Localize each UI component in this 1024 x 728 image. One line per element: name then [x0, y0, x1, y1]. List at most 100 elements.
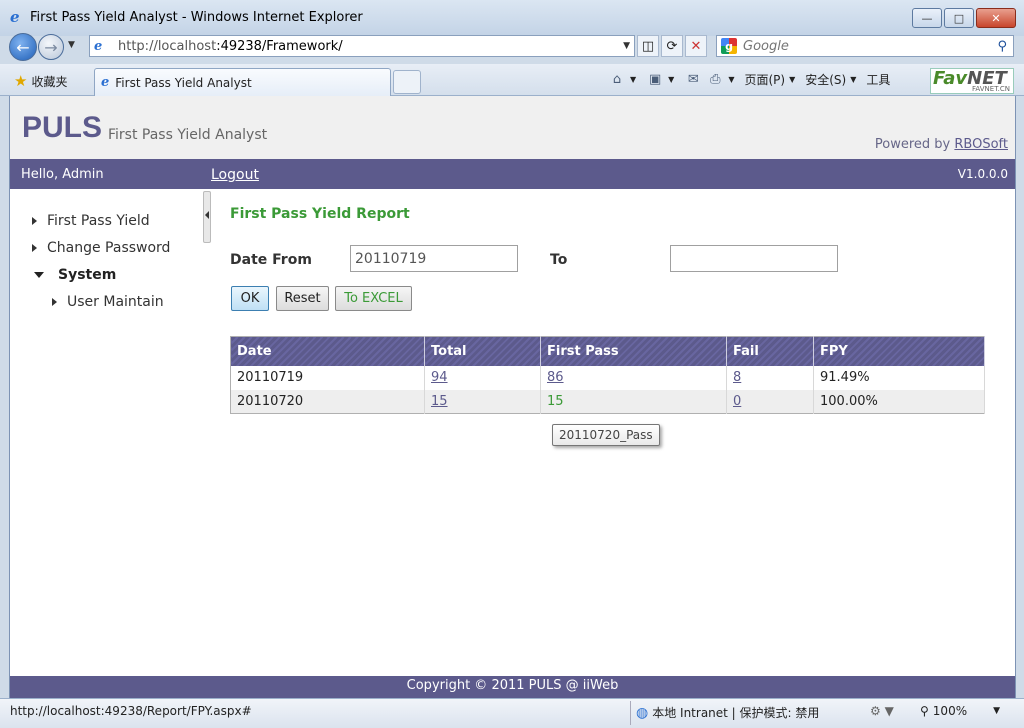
maximize-button[interactable]: □: [944, 8, 974, 28]
column-header-fail[interactable]: Fail: [726, 336, 814, 366]
fpy-table: Date Total First Pass Fail FPY 20110719 …: [230, 336, 985, 414]
collapse-arrow-icon: [205, 211, 209, 219]
sidebar-collapse-handle[interactable]: [203, 191, 211, 243]
security-zone[interactable]: ◍ 本地 Intranet | 保护模式: 禁用: [636, 704, 819, 721]
page-icon: e: [94, 38, 103, 54]
feeds-icon[interactable]: ▣: [646, 70, 664, 88]
print-dropdown-icon[interactable]: ▼: [728, 75, 734, 84]
address-url[interactable]: http://localhost:49238/Framework/: [118, 39, 343, 54]
logout-link[interactable]: Logout: [211, 167, 259, 183]
status-divider: [630, 701, 631, 725]
table-row: 20110720 15 15 0 100.00%: [230, 389, 985, 414]
cell-total: 15: [424, 389, 541, 414]
tooltip: 20110720_Pass: [552, 424, 660, 446]
cell-first-pass: 86: [540, 365, 727, 390]
safety-menu-dropdown-icon[interactable]: ▼: [850, 75, 856, 84]
ok-button[interactable]: OK: [231, 286, 269, 311]
stop-icon[interactable]: ✕: [685, 35, 707, 57]
sidebar-item-change-password[interactable]: Change Password: [32, 240, 170, 256]
rbosoft-link[interactable]: RBOSoft: [954, 137, 1008, 152]
sidebar-nav: First Pass Yield Change Password System …: [10, 189, 210, 669]
cell-fail: 0: [726, 389, 814, 414]
refresh-icon[interactable]: ⟳: [661, 35, 683, 57]
sidebar-item-label: System: [58, 267, 117, 283]
address-row: ← → ▼ e http://localhost:49238/Framework…: [0, 30, 1024, 64]
new-tab-button[interactable]: [393, 70, 421, 94]
page-menu[interactable]: 页面(P): [744, 71, 785, 88]
cell-total: 94: [424, 365, 541, 390]
sidebar-item-label: First Pass Yield: [47, 213, 150, 229]
column-header-first-pass[interactable]: First Pass: [540, 336, 727, 366]
address-dropdown-icon[interactable]: ▼: [623, 41, 630, 51]
site-logo: PULS: [22, 111, 103, 144]
date-from-input[interactable]: [350, 245, 518, 272]
first-pass-link[interactable]: 86: [547, 370, 564, 385]
address-tools: ◫ ⟳ ✕: [637, 35, 707, 57]
total-link[interactable]: 15: [431, 394, 448, 409]
web-page: PULS First Pass Yield Analyst Powered by…: [9, 96, 1016, 698]
star-icon: ★: [14, 72, 28, 90]
search-box[interactable]: g ⚲: [716, 35, 1014, 57]
site-header: PULS First Pass Yield Analyst Powered by…: [10, 96, 1015, 159]
safety-menu[interactable]: 安全(S): [805, 71, 846, 88]
first-pass-link-hover[interactable]: 15: [547, 394, 564, 409]
favorites-bar: ★ 收藏夹 e First Pass Yield Analyst ⌂ ▼ ▣ ▼ ✉…: [0, 64, 1024, 96]
zoom-dropdown-icon[interactable]: ▼: [993, 706, 1000, 716]
column-header-date[interactable]: Date: [230, 336, 425, 366]
fail-link[interactable]: 8: [733, 370, 741, 385]
search-icon[interactable]: ⚲: [997, 39, 1007, 54]
collapsed-arrow-icon: [32, 217, 37, 225]
collapsed-arrow-icon: [32, 244, 37, 252]
greeting: Hello, Admin: [21, 167, 104, 182]
status-bar: http://localhost:49238/Report/FPY.aspx# …: [0, 698, 1024, 728]
protected-mode-icon[interactable]: ⚙ ▼: [870, 704, 894, 718]
report-title: First Pass Yield Report: [230, 206, 410, 222]
browser-tab[interactable]: e First Pass Yield Analyst: [94, 68, 391, 96]
favorites-button[interactable]: ★ 收藏夹: [14, 72, 67, 90]
compatibility-view-icon[interactable]: ◫: [637, 35, 659, 57]
mail-icon[interactable]: ✉: [684, 70, 702, 88]
zoom-control[interactable]: ⚲ 100% ▼: [920, 704, 1000, 718]
back-button[interactable]: ←: [9, 33, 37, 61]
table-row: 20110719 94 86 8 91.49%: [230, 365, 985, 390]
status-text: http://localhost:49238/Report/FPY.aspx#: [10, 704, 252, 718]
to-excel-button[interactable]: To EXCEL: [335, 286, 412, 311]
close-button[interactable]: ✕: [976, 8, 1016, 28]
cell-date: 20110720: [230, 389, 425, 414]
site-footer: Copyright © 2011 PULS @ iiWeb: [10, 676, 1015, 698]
sidebar-item-user-maintain[interactable]: User Maintain: [52, 294, 164, 310]
forward-button[interactable]: →: [38, 34, 64, 60]
site-subtitle: First Pass Yield Analyst: [108, 127, 268, 143]
ie-logo-icon: e: [10, 8, 20, 26]
reset-button[interactable]: Reset: [276, 286, 329, 311]
search-input[interactable]: [743, 38, 973, 54]
window-title: First Pass Yield Analyst - Windows Inter…: [30, 10, 363, 25]
cell-fail: 8: [726, 365, 814, 390]
home-icon[interactable]: ⌂: [608, 70, 626, 88]
minimize-button[interactable]: —: [912, 8, 942, 28]
cell-fpy: 91.49%: [813, 365, 985, 390]
tab-page-icon: e: [101, 75, 110, 90]
google-icon: g: [721, 38, 737, 54]
collapsed-arrow-icon: [52, 298, 57, 306]
column-header-total[interactable]: Total: [424, 336, 541, 366]
fail-link[interactable]: 0: [733, 394, 741, 409]
expanded-arrow-icon: [34, 272, 44, 278]
history-dropdown-icon[interactable]: ▼: [68, 40, 75, 50]
feeds-dropdown-icon[interactable]: ▼: [668, 75, 674, 84]
address-bar[interactable]: e http://localhost:49238/Framework/ ▼: [89, 35, 635, 57]
tab-title: First Pass Yield Analyst: [115, 75, 252, 90]
date-from-label: Date From: [230, 252, 312, 268]
menu-bar: Hello, Admin Logout V1.0.0.0: [10, 159, 1015, 189]
favnet-logo: FavNET FAVNET.CN: [930, 68, 1014, 94]
home-dropdown-icon[interactable]: ▼: [630, 75, 636, 84]
print-icon[interactable]: ⎙: [706, 70, 724, 88]
date-to-input[interactable]: [670, 245, 838, 272]
tools-menu[interactable]: 工具: [866, 71, 890, 88]
window-controls: — □ ✕: [912, 8, 1016, 28]
page-menu-dropdown-icon[interactable]: ▼: [789, 75, 795, 84]
sidebar-item-first-pass-yield[interactable]: First Pass Yield: [32, 213, 150, 229]
total-link[interactable]: 94: [431, 370, 448, 385]
column-header-fpy[interactable]: FPY: [813, 336, 985, 366]
sidebar-item-system[interactable]: System: [34, 267, 116, 283]
